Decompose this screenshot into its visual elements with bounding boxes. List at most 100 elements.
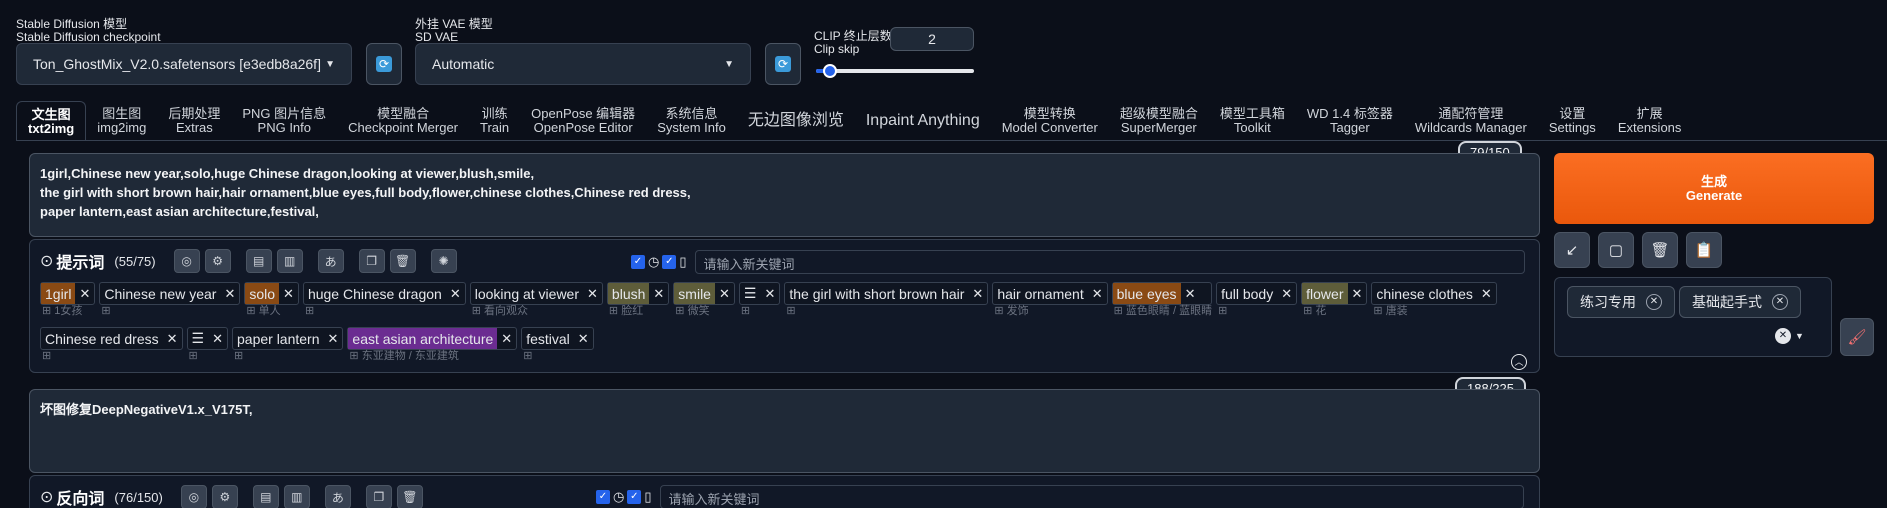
history-icon[interactable]: ◷ bbox=[613, 489, 624, 505]
panel-icon[interactable]: ▯ bbox=[679, 254, 686, 270]
tag-box[interactable]: paper lantern ✕ bbox=[232, 327, 344, 350]
close-icon[interactable]: ✕ bbox=[1277, 286, 1296, 302]
translate-small-icon[interactable]: ⊞ bbox=[1218, 305, 1227, 317]
translate-small-icon[interactable]: ⊞ bbox=[234, 350, 243, 362]
tag-box[interactable]: east asian architecture ✕ bbox=[347, 327, 518, 350]
tag-text[interactable]: chinese clothes bbox=[1372, 283, 1477, 304]
tag-box[interactable]: ☰ ✕ bbox=[738, 282, 781, 305]
checkpoint-dropdown[interactable]: Ton_GhostMix_V2.0.safetensors [e3edb8a26… bbox=[16, 43, 352, 85]
prompt-tag[interactable]: huge Chinese dragon ✕ ⊞ bbox=[302, 282, 466, 318]
prompt-tag[interactable]: east asian architecture ✕ ⊞ 东亚建物 / 东亚建筑 bbox=[347, 327, 518, 363]
close-icon[interactable]: ✕ bbox=[1181, 286, 1200, 302]
tab-model-converter[interactable]: 模型转换 Model Converter bbox=[991, 101, 1109, 141]
tag-text[interactable]: blue eyes bbox=[1112, 283, 1181, 304]
tag-text[interactable]: solo bbox=[245, 283, 280, 304]
style-chip[interactable]: 练习专用 ✕ bbox=[1567, 286, 1675, 318]
tag-text[interactable]: blush bbox=[607, 283, 650, 304]
tag-box[interactable]: festival ✕ bbox=[521, 327, 594, 350]
tag-box[interactable]: the girl with short brown hair ✕ bbox=[784, 282, 989, 305]
tab-png-info[interactable]: PNG 图片信息 PNG Info bbox=[231, 101, 337, 141]
tag-text[interactable]: smile bbox=[674, 283, 715, 304]
tab-inpaint-anything[interactable]: Inpaint Anything bbox=[855, 101, 991, 141]
chevron-down-icon[interactable]: ▼ bbox=[1795, 331, 1804, 341]
tag-box[interactable]: chinese clothes ✕ bbox=[1371, 282, 1497, 305]
prompt-tag[interactable]: Chinese red dress ✕ ⊞ bbox=[40, 327, 183, 363]
translate-small-icon[interactable]: ⊞ bbox=[994, 305, 1006, 317]
prompt-tag[interactable]: 1girl ✕ ⊞ 1女孩 bbox=[40, 282, 96, 318]
translate-small-icon[interactable]: ⊞ bbox=[786, 305, 795, 317]
tag-box[interactable]: blush ✕ bbox=[606, 282, 670, 305]
tag-text[interactable]: festival bbox=[522, 328, 574, 349]
copy-icon[interactable]: ❐ bbox=[365, 485, 392, 508]
tag-box[interactable]: flower ✕ bbox=[1301, 282, 1368, 305]
clip-skip-input[interactable]: 2 bbox=[890, 27, 974, 51]
translate-small-icon[interactable]: ⊞ bbox=[42, 350, 51, 362]
prompt-tag[interactable]: hair ornament ✕ ⊞ 发饰 bbox=[992, 282, 1108, 318]
tab-supermerger[interactable]: 超级模型融合 SuperMerger bbox=[1109, 101, 1209, 141]
trash-icon[interactable]: 🗑 bbox=[389, 249, 416, 273]
gear-icon[interactable]: ⚙ bbox=[204, 249, 231, 273]
tag-text[interactable]: looking at viewer bbox=[471, 283, 583, 304]
copy-history-icon[interactable]: ▤ bbox=[252, 485, 279, 508]
square-icon[interactable]: ▢ bbox=[1598, 232, 1634, 268]
slider-thumb[interactable] bbox=[823, 64, 838, 78]
tag-text[interactable]: huge Chinese dragon bbox=[304, 283, 446, 304]
tag-box[interactable]: hair ornament ✕ bbox=[992, 282, 1108, 305]
translate-small-icon[interactable]: ⊞ bbox=[1303, 305, 1315, 317]
close-icon[interactable]: ✕ bbox=[649, 286, 668, 302]
close-icon[interactable]: ✕ bbox=[1348, 286, 1367, 302]
checkbox-checked-icon[interactable]: ✓ bbox=[627, 490, 642, 504]
prompt-tag[interactable]: chinese clothes ✕ ⊞ 唐装 bbox=[1371, 282, 1497, 318]
tag-box[interactable]: solo ✕ bbox=[244, 282, 299, 305]
arrow-read-icon[interactable]: ↙ bbox=[1554, 232, 1590, 268]
tag-box[interactable]: full body ✕ bbox=[1216, 282, 1298, 305]
tag-box[interactable]: smile ✕ bbox=[673, 282, 735, 305]
prompt-tag[interactable]: solo ✕ ⊞ 单人 bbox=[244, 282, 299, 318]
checkbox-checked-icon[interactable]: ✓ bbox=[662, 255, 677, 269]
copy-history-icon[interactable]: ▤ bbox=[245, 249, 272, 273]
tag-text[interactable]: east asian architecture bbox=[348, 328, 498, 349]
vae-refresh-button[interactable]: ⟳ bbox=[765, 43, 801, 85]
translate-small-icon[interactable]: ⊞ bbox=[675, 305, 687, 317]
close-icon[interactable]: ✕ bbox=[163, 331, 182, 347]
tag-box[interactable]: ☰ ✕ bbox=[186, 327, 228, 350]
close-icon[interactable]: ✕ bbox=[208, 331, 227, 347]
break-line-icon[interactable]: ☰ bbox=[740, 283, 761, 304]
vae-dropdown[interactable]: Automatic ▼ bbox=[415, 43, 751, 85]
tab-toolkit[interactable]: 模型工具箱 Toolkit bbox=[1209, 101, 1296, 141]
tag-text[interactable]: full body bbox=[1217, 283, 1277, 304]
openai-icon[interactable]: ✺ bbox=[430, 249, 457, 273]
close-icon[interactable]: ✕ bbox=[220, 286, 239, 302]
tag-text[interactable]: Chinese red dress bbox=[41, 328, 163, 349]
translate-small-icon[interactable]: ⊞ bbox=[523, 350, 532, 362]
prompt-tag[interactable]: flower ✕ ⊞ 花 bbox=[1301, 282, 1368, 318]
translate-small-icon[interactable]: ⊞ bbox=[42, 305, 54, 317]
tag-box[interactable]: looking at viewer ✕ bbox=[469, 282, 603, 305]
tag-text[interactable]: the girl with short brown hair bbox=[785, 283, 968, 304]
prompt-tag[interactable]: festival ✕ ⊞ bbox=[521, 327, 594, 363]
tab-checkpoint-merger[interactable]: 模型融合 Checkpoint Merger bbox=[337, 101, 469, 141]
globe-icon[interactable]: ◎ bbox=[180, 485, 207, 508]
bookmark-icon[interactable]: ▥ bbox=[283, 485, 310, 508]
close-icon[interactable]: ✕ bbox=[1477, 286, 1496, 302]
translate-icon[interactable]: あ bbox=[324, 485, 351, 508]
close-icon[interactable]: ✕ bbox=[1646, 294, 1662, 310]
close-icon[interactable]: ✕ bbox=[279, 286, 298, 302]
style-chip[interactable]: 基础起手式 ✕ bbox=[1679, 286, 1801, 318]
translate-small-icon[interactable]: ⊞ bbox=[189, 350, 198, 362]
prompt-tag[interactable]: full body ✕ ⊞ bbox=[1216, 282, 1298, 318]
tag-text[interactable]: paper lantern bbox=[233, 328, 324, 349]
clip-skip-slider[interactable] bbox=[816, 64, 974, 78]
clear-icon[interactable]: ✕ bbox=[1775, 328, 1791, 344]
tag-box[interactable]: Chinese new year ✕ bbox=[99, 282, 241, 305]
close-icon[interactable]: ✕ bbox=[1088, 286, 1107, 302]
tab-train[interactable]: 训练 Train bbox=[469, 101, 520, 141]
close-icon[interactable]: ✕ bbox=[583, 286, 602, 302]
prompt-tag[interactable]: ☰ ✕ ⊞ bbox=[738, 282, 781, 318]
prompt-tag[interactable]: smile ✕ ⊞ 微笑 bbox=[673, 282, 735, 318]
generate-button[interactable]: 生成 Generate bbox=[1554, 153, 1874, 224]
close-icon[interactable]: ✕ bbox=[446, 286, 465, 302]
translate-small-icon[interactable]: ⊞ bbox=[1373, 305, 1385, 317]
prompt-tag[interactable]: Chinese new year ✕ ⊞ bbox=[99, 282, 241, 318]
tag-text[interactable]: Chinese new year bbox=[100, 283, 220, 304]
